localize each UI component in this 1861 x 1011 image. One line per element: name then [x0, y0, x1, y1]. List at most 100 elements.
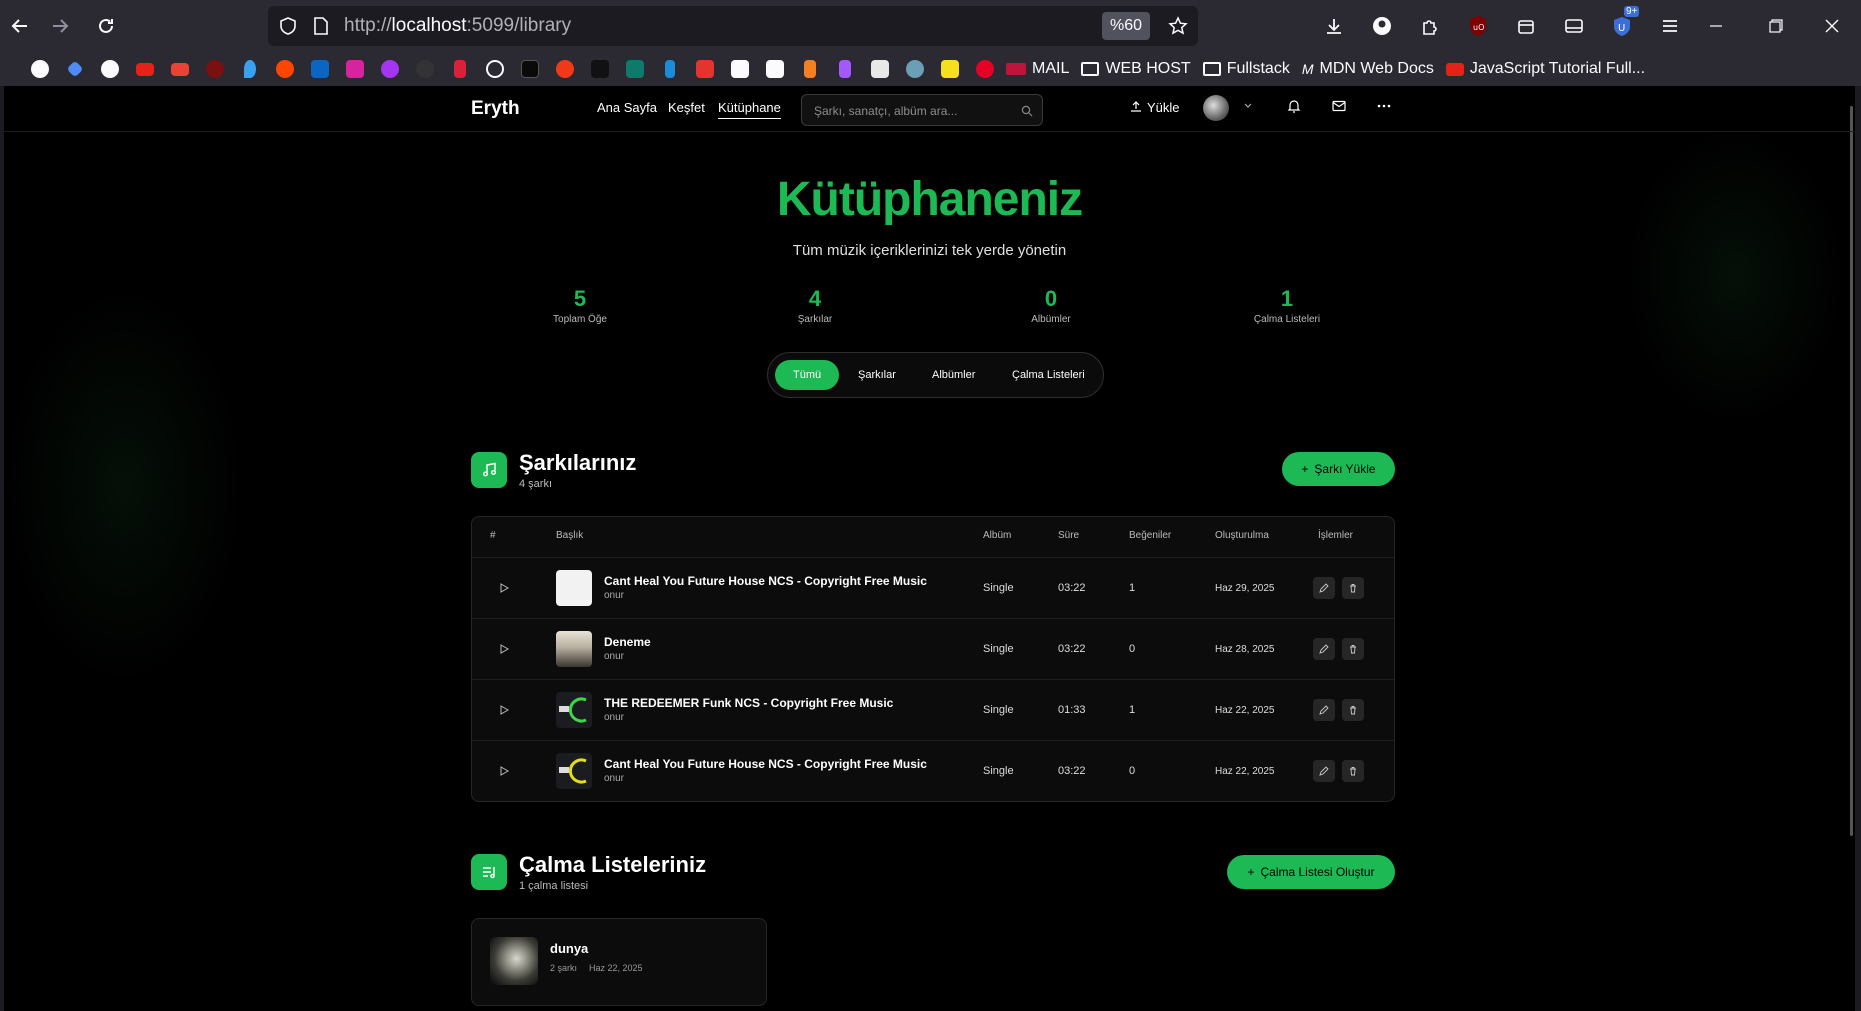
trash-icon[interactable] — [1342, 638, 1364, 660]
bookmark-js-tutorial[interactable]: JavaScript Tutorial Full... — [1445, 60, 1645, 78]
bookmark-medium-icon[interactable] — [757, 52, 792, 86]
nav-home[interactable]: Ana Sayfa — [597, 100, 657, 115]
bookmark-r-icon[interactable] — [722, 52, 757, 86]
bookmark-teal-icon[interactable] — [617, 52, 652, 86]
bell-icon[interactable] — [1287, 98, 1301, 119]
bookmark-stackoverflow-icon[interactable] — [792, 52, 827, 86]
bookmark-hashnode-icon[interactable] — [582, 52, 617, 86]
trash-icon[interactable] — [1342, 760, 1364, 782]
column-header[interactable]: Oluşturulma — [1215, 530, 1269, 541]
bookmark-youtube-icon[interactable] — [127, 52, 162, 86]
nav-discover[interactable]: Keşfet — [668, 100, 705, 115]
play-icon[interactable] — [498, 642, 510, 660]
back-icon[interactable] — [0, 6, 40, 46]
bookmark-pinterest-icon[interactable] — [967, 52, 1002, 86]
bookmark-instagram-icon[interactable] — [337, 52, 372, 86]
create-playlist-button[interactable]: + Çalma Listesi Oluştur — [1227, 855, 1395, 889]
sidebar-icon[interactable] — [1550, 0, 1598, 52]
bookmark-fullstack[interactable]: Fullstack — [1202, 60, 1290, 78]
bookmark-linkedin-icon[interactable] — [302, 52, 337, 86]
tab-songs[interactable]: Şarkılar — [840, 360, 914, 390]
bookmark-store-icon[interactable] — [687, 52, 722, 86]
play-icon[interactable] — [498, 764, 510, 782]
table-row[interactable]: Deneme onur Single 03:22 0 Haz 28, 2025 — [472, 618, 1394, 679]
mail-icon[interactable] — [1331, 98, 1347, 119]
bookmark-mail[interactable]: MAIL — [1006, 60, 1069, 78]
ublock-icon[interactable]: uO — [1454, 0, 1502, 52]
bookmark-web-host[interactable]: WEB HOST — [1081, 60, 1191, 78]
bookmark-drop-icon[interactable] — [232, 52, 267, 86]
song-artist[interactable]: onur — [604, 590, 624, 601]
bookmark-site-icon[interactable] — [197, 52, 232, 86]
bookmark-gemini-icon[interactable] — [57, 52, 92, 86]
bookmark-globe-icon[interactable] — [477, 52, 512, 86]
song-title[interactable]: Deneme — [604, 635, 651, 649]
table-row[interactable]: Cant Heal You Future House NCS - Copyrig… — [472, 557, 1394, 618]
bookmark-figma-icon[interactable] — [827, 52, 862, 86]
extensions-icon[interactable] — [1406, 0, 1454, 52]
column-header[interactable]: Süre — [1058, 530, 1079, 541]
upload-button[interactable]: Yükle — [1130, 100, 1180, 115]
page-icon[interactable] — [312, 16, 330, 41]
nav-library[interactable]: Kütüphane — [718, 100, 781, 119]
bookmark-dev-icon[interactable] — [512, 52, 547, 86]
close-window-icon[interactable] — [1804, 0, 1860, 52]
song-artist[interactable]: onur — [604, 712, 624, 723]
bookmark-chatgpt-icon[interactable] — [92, 52, 127, 86]
song-artist[interactable]: onur — [604, 651, 624, 662]
shield-icon[interactable] — [278, 16, 298, 41]
song-title[interactable]: Cant Heal You Future House NCS - Copyrig… — [604, 757, 927, 771]
edit-icon[interactable] — [1313, 760, 1335, 782]
forward-icon[interactable] — [40, 6, 80, 46]
song-title[interactable]: Cant Heal You Future House NCS - Copyrig… — [604, 574, 927, 588]
bookmark-star-icon[interactable] — [1168, 16, 1188, 41]
minimize-icon[interactable] — [1688, 0, 1744, 52]
bookmark-blue-icon[interactable] — [652, 52, 687, 86]
song-title[interactable]: THE REDEEMER Funk NCS - Copyright Free M… — [604, 696, 893, 710]
bookmark-copilot-icon[interactable] — [22, 52, 57, 86]
column-header[interactable]: Albüm — [983, 530, 1011, 541]
tab-playlists[interactable]: Çalma Listeleri — [994, 360, 1103, 390]
play-icon[interactable] — [498, 581, 510, 599]
menu-icon[interactable] — [1646, 0, 1694, 52]
reload-icon[interactable] — [86, 6, 126, 46]
playlist-card[interactable]: dunya 2 şarkı Haz 22, 2025 — [471, 918, 767, 1006]
url-bar[interactable]: http://localhost:5099/library %60 — [268, 6, 1198, 46]
table-row[interactable]: Cant Heal You Future House NCS - Copyrig… — [472, 740, 1394, 801]
trash-icon[interactable] — [1342, 577, 1364, 599]
avatar[interactable] — [1203, 95, 1229, 121]
bookmark-white-icon[interactable] — [862, 52, 897, 86]
tab-albums[interactable]: Albümler — [914, 360, 993, 390]
bookmark-reddit-icon[interactable] — [267, 52, 302, 86]
bookmark-gmail-icon[interactable] — [162, 52, 197, 86]
account-icon[interactable] — [1358, 0, 1406, 52]
restore-icon[interactable] — [1748, 0, 1804, 52]
upload-song-button[interactable]: + Şarkı Yükle — [1282, 452, 1395, 486]
url-text[interactable]: http://localhost:5099/library — [344, 15, 571, 37]
column-header[interactable]: Başlık — [556, 530, 583, 541]
bookmark-udemy-icon[interactable] — [372, 52, 407, 86]
song-artist[interactable]: onur — [604, 773, 624, 784]
bookmark-github-icon[interactable] — [407, 52, 442, 86]
bookmark-orange-icon[interactable] — [547, 52, 582, 86]
search-input[interactable]: Şarkı, sanatçı, albüm ara... — [801, 94, 1043, 126]
downloads-icon[interactable] — [1310, 0, 1358, 52]
chevron-down-icon[interactable] — [1243, 101, 1253, 114]
bookmark-mdn[interactable]: M MDN Web Docs — [1302, 60, 1434, 78]
trash-icon[interactable] — [1342, 699, 1364, 721]
brand-logo[interactable]: Eryth — [471, 98, 520, 120]
bookmark-yellow-icon[interactable] — [932, 52, 967, 86]
column-header[interactable]: Beğeniler — [1129, 530, 1171, 541]
bookmark-red-icon[interactable] — [442, 52, 477, 86]
bookmark-bug-icon[interactable] — [897, 52, 932, 86]
extension-badge-icon[interactable]: U 9+ — [1598, 0, 1646, 52]
tab-all[interactable]: Tümü — [775, 360, 840, 390]
edit-icon[interactable] — [1313, 638, 1335, 660]
more-icon[interactable] — [1376, 98, 1392, 119]
container-icon[interactable] — [1502, 0, 1550, 52]
edit-icon[interactable] — [1313, 699, 1335, 721]
edit-icon[interactable] — [1313, 577, 1335, 599]
zoom-level[interactable]: %60 — [1101, 12, 1150, 40]
table-row[interactable]: THE REDEEMER Funk NCS - Copyright Free M… — [472, 679, 1394, 740]
play-icon[interactable] — [498, 703, 510, 721]
